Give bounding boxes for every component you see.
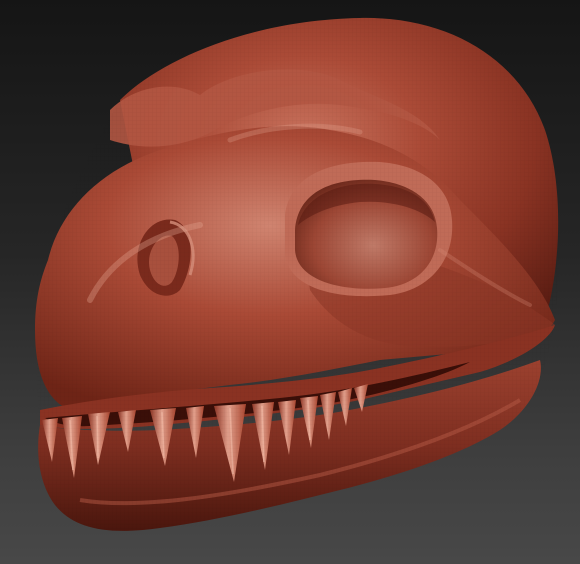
sculpt-viewport: [0, 0, 580, 564]
dinosaur-head-sculpt: [35, 17, 560, 531]
